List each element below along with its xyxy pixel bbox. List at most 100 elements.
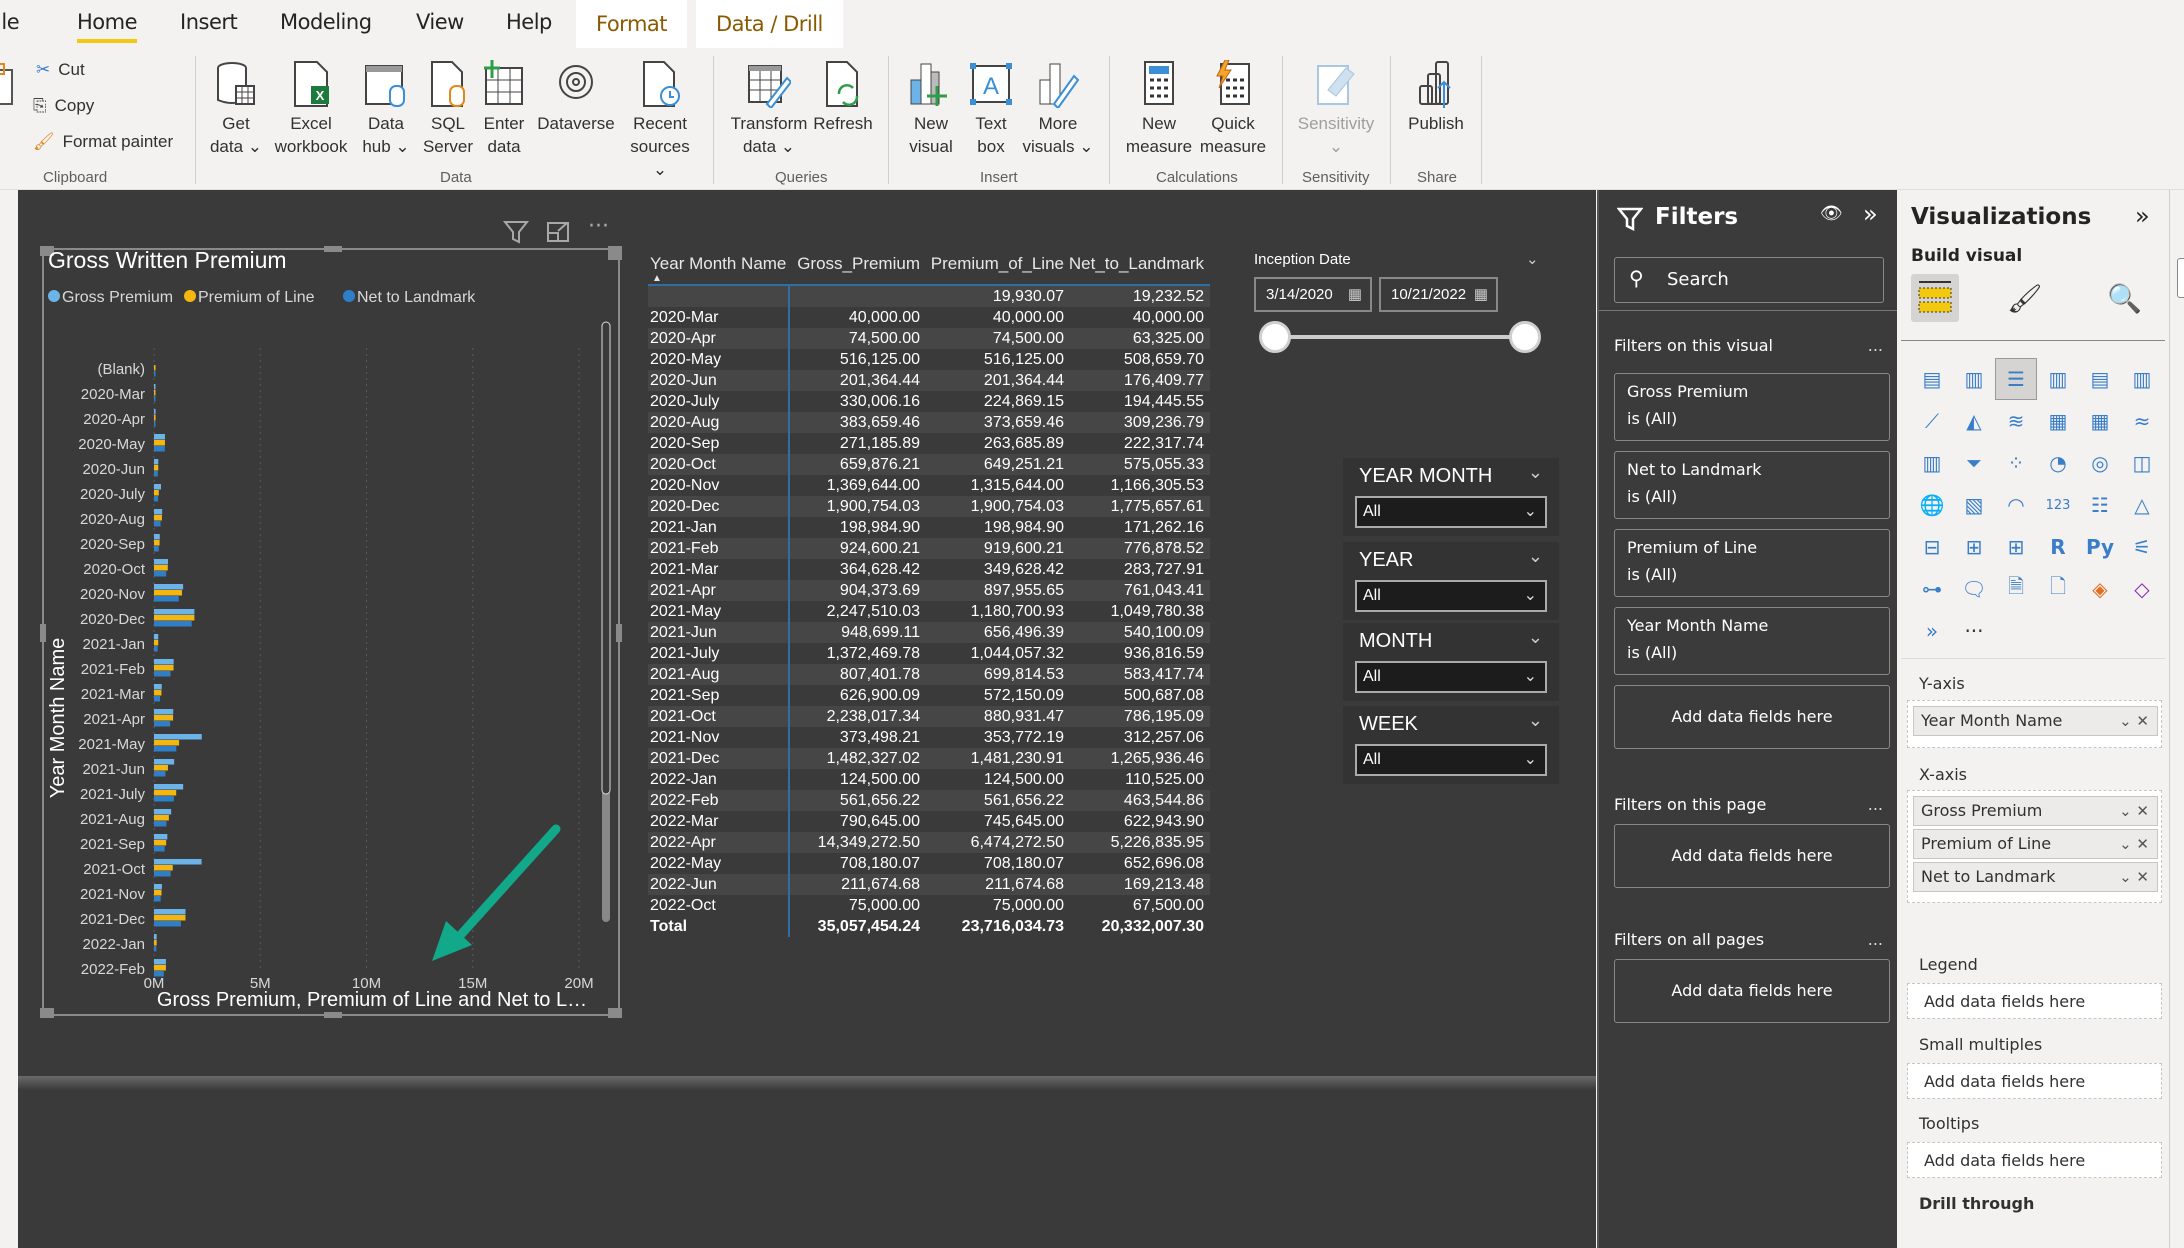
slicer-chevron-icon[interactable]: ⌄ (1526, 250, 1539, 268)
calendar-icon[interactable]: ▦ (1348, 279, 1362, 310)
bar-gross-premium[interactable] (154, 509, 163, 515)
copy-button[interactable]: ⎘ Copy (33, 96, 94, 116)
legend-label[interactable]: Premium of Line (198, 289, 315, 306)
bar-gross-premium[interactable] (154, 434, 165, 440)
key-influencers-icon[interactable]: ⚟ (2121, 526, 2163, 568)
table-row[interactable]: 2021-Jun 948,699.11 656,496.39 540,100.09 (648, 622, 1210, 643)
bar-premium-of-line[interactable] (154, 815, 169, 821)
add-all-pages-filter-dropzone[interactable]: Add data fields here (1614, 959, 1890, 1023)
bar-gross-premium[interactable] (154, 534, 160, 540)
filled-map-icon[interactable]: ▧ (1953, 484, 1995, 526)
bar-gross-premium[interactable] (154, 959, 166, 965)
bar-net-to-landmark[interactable] (154, 396, 156, 402)
field-pill-gross-premium[interactable]: Gross Premium ⌄ ✕ (1913, 796, 2158, 826)
refresh-button[interactable]: Refresh (810, 60, 876, 135)
table-row[interactable]: 2020-Dec 1,900,754.03 1,900,754.03 1,775,65… (648, 496, 1210, 517)
bar-net-to-landmark[interactable] (154, 596, 179, 602)
table-row[interactable]: 2020-Sep 271,185.89 263,685.89 222,317.74 (648, 433, 1210, 454)
bar-net-to-landmark[interactable] (154, 746, 177, 752)
table-row[interactable]: 2021-Apr 904,373.69 897,955.65 761,043.41 (648, 580, 1210, 601)
bar-premium-of-line[interactable] (154, 790, 177, 796)
donut-chart-icon[interactable]: ◎ (2079, 442, 2121, 484)
tooltips-well[interactable]: Add data fields here (1907, 1142, 2162, 1178)
bar-premium-of-line[interactable] (154, 465, 159, 471)
tab-insert[interactable]: Insert (180, 10, 238, 34)
bar-premium-of-line[interactable] (154, 865, 173, 871)
matrix-icon[interactable]: ⊞ (1995, 526, 2037, 568)
bar-premium-of-line[interactable] (154, 490, 159, 496)
chart-scrollbar-thumb[interactable] (601, 321, 611, 795)
eye-icon[interactable]: 👁 (1820, 203, 1843, 224)
tab-format[interactable]: Format (576, 0, 688, 48)
sensitivity-button[interactable]: Sensitivity ⌄ (1292, 60, 1380, 158)
pill-actions[interactable]: ⌄ ✕ (2119, 707, 2149, 735)
bar-premium-of-line[interactable] (154, 615, 195, 621)
bar-net-to-landmark[interactable] (154, 796, 174, 802)
bar-gross-premium[interactable] (154, 834, 168, 840)
table-row[interactable]: 2020-Nov 1,369,644.00 1,315,644.00 1,166,30… (648, 475, 1210, 496)
column-header[interactable]: Premium_of_Line (922, 252, 1066, 284)
legend-label[interactable]: Net to Landmark (357, 289, 476, 306)
slicer-dropdown[interactable]: All ⌄ (1355, 580, 1547, 612)
filter-icon[interactable] (503, 220, 529, 244)
table-row[interactable]: 2022-Feb 561,656.22 561,656.22 463,544.86 (648, 790, 1210, 811)
bar-net-to-landmark[interactable] (154, 696, 161, 702)
power-apps-icon[interactable]: ◇ (2121, 568, 2163, 610)
scatter-chart-icon[interactable]: ⁘ (1995, 442, 2037, 484)
table-row[interactable]: 2021-May 2,247,510.03 1,180,700.93 1,049,78… (648, 601, 1210, 622)
bar-net-to-landmark[interactable] (154, 921, 181, 927)
table-row[interactable]: 2020-Oct 659,876.21 649,251.21 575,055.33 (648, 454, 1210, 475)
end-date-input[interactable]: 10/21/2022 ▦ (1379, 277, 1498, 312)
paste-button[interactable] (0, 60, 22, 112)
bar-gross-premium[interactable] (154, 684, 162, 690)
table-row[interactable]: 2021-Oct 2,238,017.34 880,931.47 786,195.09 (648, 706, 1210, 727)
pie-chart-icon[interactable]: ◔ (2037, 442, 2079, 484)
table-row[interactable]: 2020-Jun 201,364.44 201,364.44 176,409.77 (648, 370, 1210, 391)
format-visual-tab[interactable]: 🖌 (2007, 282, 2043, 315)
bar-net-to-landmark[interactable] (154, 546, 159, 552)
azure-map-icon[interactable]: ◈ (2079, 568, 2121, 610)
slicer-dropdown[interactable]: All ⌄ (1355, 661, 1547, 693)
field-pill-net-to-landmark[interactable]: Net to Landmark ⌄ ✕ (1913, 862, 2158, 892)
stacked-bar-chart-icon[interactable]: ▤ (1911, 358, 1953, 400)
publish-button[interactable]: Publish (1400, 60, 1472, 135)
more-options-icon[interactable]: ... (1868, 336, 1883, 355)
pill-actions[interactable]: ⌄ ✕ (2119, 830, 2149, 858)
slicer-dropdown[interactable]: All ⌄ (1355, 496, 1547, 528)
bar-gross-premium[interactable] (154, 759, 175, 765)
bar-gross-premium[interactable] (154, 784, 184, 790)
bar-gross-premium[interactable] (154, 409, 156, 415)
transform-data-button[interactable]: Transform data ⌄ (726, 60, 812, 158)
area-chart-icon[interactable]: ◭ (1953, 400, 1995, 442)
table-row[interactable]: 2022-May 708,180.07 708,180.07 652,696.08 (648, 853, 1210, 874)
table-row[interactable]: 2021-Aug 807,401.78 699,814.53 583,417.74 (648, 664, 1210, 685)
bar-net-to-landmark[interactable] (154, 771, 166, 777)
bar-net-to-landmark[interactable] (154, 646, 158, 652)
more-options-icon[interactable]: ... (1868, 930, 1883, 949)
bar-premium-of-line[interactable] (154, 740, 180, 746)
table-row[interactable]: 2022-Apr 14,349,272.50 6,474,272.50 5,226,8… (648, 832, 1210, 853)
chevron-down-icon[interactable]: ⌄ (1528, 546, 1543, 567)
bar-gross-premium[interactable] (154, 584, 184, 590)
collapse-pane-icon[interactable]: » (1863, 200, 1878, 228)
bar-net-to-landmark[interactable] (154, 421, 156, 427)
slicer-dropdown[interactable]: All ⌄ (1355, 744, 1547, 776)
chevron-down-icon[interactable]: ⌄ (1528, 462, 1543, 483)
bar-gross-premium[interactable] (154, 884, 162, 890)
gauge-icon[interactable]: ◠ (1995, 484, 2037, 526)
bar-premium-of-line[interactable] (154, 715, 174, 721)
power-automate-icon[interactable]: » (1911, 610, 1953, 652)
pill-actions[interactable]: ⌄ ✕ (2119, 797, 2149, 825)
chevron-down-icon[interactable]: ⌄ (1528, 710, 1543, 731)
excel-workbook-button[interactable]: X Excel workbook (270, 60, 352, 158)
ribbon-chart-icon[interactable]: ≈ (2121, 400, 2163, 442)
bar-premium-of-line[interactable] (154, 890, 162, 896)
enter-data-button[interactable]: Enter data (476, 60, 532, 158)
slicer-icon[interactable]: ⊟ (1911, 526, 1953, 568)
y-axis-well[interactable]: Year Month Name ⌄ ✕ (1907, 700, 2162, 748)
bar-gross-premium[interactable] (154, 459, 159, 465)
bar-premium-of-line[interactable] (154, 665, 174, 671)
bar-gross-premium[interactable] (154, 609, 195, 615)
table-row[interactable]: 2022-Jan 124,500.00 124,500.00 110,525.00 (648, 769, 1210, 790)
range-start-handle[interactable] (1259, 321, 1291, 353)
